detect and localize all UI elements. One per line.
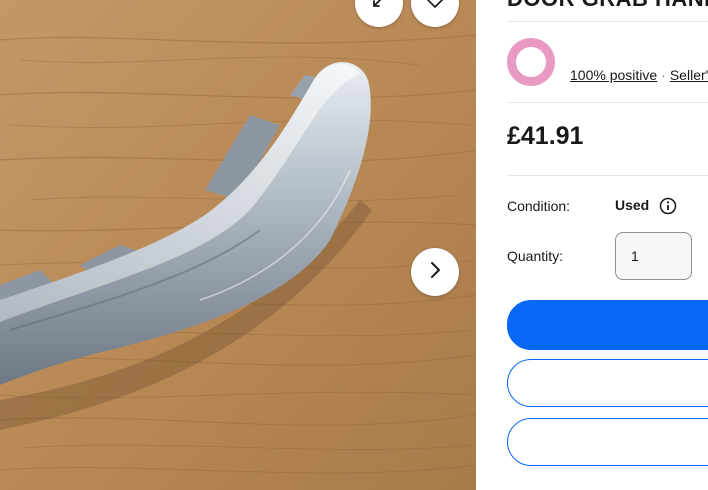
chevron-right-icon — [429, 261, 441, 284]
divider — [507, 21, 708, 22]
image-gallery[interactable] — [0, 0, 476, 490]
quantity-label: Quantity: — [507, 248, 564, 264]
info-icon[interactable] — [659, 197, 677, 220]
quantity-input[interactable] — [615, 232, 692, 280]
product-photo — [0, 0, 476, 490]
condition-label: Condition: — [507, 198, 571, 214]
listing-panel: DOOR GRAB HANDLE 100% positive·Seller's … — [476, 0, 708, 490]
heart-icon — [426, 0, 444, 14]
expand-icon — [371, 0, 387, 14]
condition-value: Used — [615, 197, 650, 213]
next-image-button[interactable] — [411, 248, 459, 296]
seller-feedback-link[interactable]: 100% positive — [570, 67, 657, 83]
buy-it-now-button[interactable] — [507, 300, 708, 350]
divider — [507, 175, 708, 176]
add-to-watchlist-button[interactable] — [507, 418, 708, 466]
add-to-basket-button[interactable] — [507, 359, 708, 407]
listing-title: DOOR GRAB HANDLE — [507, 0, 708, 12]
seller-meta: 100% positive·Seller's other items — [570, 67, 708, 83]
seller-other-items-link[interactable]: Seller's other items — [670, 67, 708, 83]
separator-dot: · — [661, 67, 666, 83]
divider — [507, 102, 708, 103]
price: £41.91 — [507, 122, 584, 150]
seller-avatar[interactable] — [507, 38, 555, 86]
